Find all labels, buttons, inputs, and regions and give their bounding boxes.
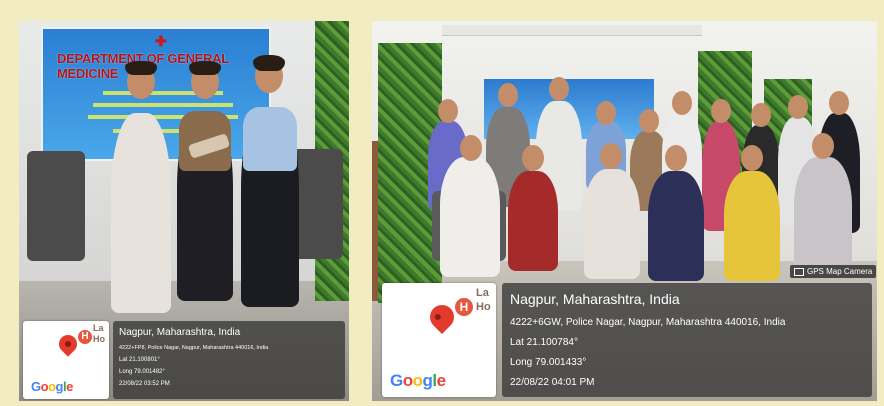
gps-latitude: Lat 21.100784° [510, 337, 578, 348]
gps-info-panel: Nagpur, Maharashtra, India 4222+FP8, Pol… [113, 321, 345, 399]
gps-address: 4222+6GW, Police Nagar, Nagpur, Maharash… [510, 317, 786, 328]
gps-datetime: 22/08/22 04:01 PM [510, 377, 595, 388]
map-label: La [93, 323, 104, 333]
face [829, 91, 849, 115]
banner-title: DEPARTMENT OF GENERAL MEDICINE [57, 51, 229, 81]
hospital-marker-icon: H [454, 297, 474, 317]
hair [253, 55, 285, 71]
right-photo: GPS Map Camera H La Ho Google Nagpur, Ma… [372, 21, 877, 401]
face [460, 135, 482, 161]
gps-longitude: Long 79.001433° [510, 357, 587, 368]
face [751, 103, 771, 127]
left-photo: ✚ DEPARTMENT OF GENERAL MEDICINE H La Ho… [19, 21, 349, 401]
banner-text-line [93, 103, 233, 107]
face [812, 133, 834, 159]
gps-latitude: Lat 21.100801° [119, 357, 160, 363]
chair [27, 151, 85, 261]
face [522, 145, 544, 171]
hair [125, 61, 157, 75]
map-label: Ho [93, 334, 105, 344]
face [596, 101, 616, 125]
gps-city: Nagpur, Maharashtra, India [119, 327, 241, 338]
person-seated [794, 157, 852, 277]
gps-info-panel: Nagpur, Maharashtra, India 4222+6GW, Pol… [502, 283, 872, 397]
google-logo: Google [390, 371, 446, 390]
face [549, 77, 569, 101]
gps-address: 4222+FP8, Police Nagar, Nagpur, Maharash… [119, 345, 269, 351]
face [498, 83, 518, 107]
google-logo: Google [31, 379, 73, 394]
face [600, 143, 622, 169]
face [711, 99, 731, 123]
person-saree [111, 113, 171, 313]
gps-longitude: Long 79.001482° [119, 369, 165, 375]
map-label: La [476, 287, 489, 299]
gps-camera-badge: GPS Map Camera [790, 265, 877, 278]
face [788, 95, 808, 119]
hair [189, 61, 221, 75]
gps-datetime: 22/08/22 03:52 PM [119, 381, 170, 387]
map-thumbnail: H La Ho Google [382, 283, 496, 397]
face [665, 145, 687, 171]
person-seated [648, 171, 704, 281]
red-cross-icon: ✚ [155, 33, 167, 49]
map-label: Ho [476, 301, 491, 313]
face [438, 99, 458, 123]
person-seated [724, 171, 780, 281]
face [741, 145, 763, 171]
person-seated [584, 169, 640, 279]
person-seated [508, 171, 558, 271]
camera-icon [794, 267, 804, 276]
face [672, 91, 692, 115]
gps-city: Nagpur, Maharashtra, India [510, 291, 680, 307]
blue-shirt [243, 107, 297, 171]
person-seated [440, 157, 500, 277]
face [639, 109, 659, 133]
hospital-marker-icon: H [77, 329, 93, 345]
map-thumbnail: H La Ho Google [23, 321, 109, 399]
ceiling-light [442, 25, 702, 36]
